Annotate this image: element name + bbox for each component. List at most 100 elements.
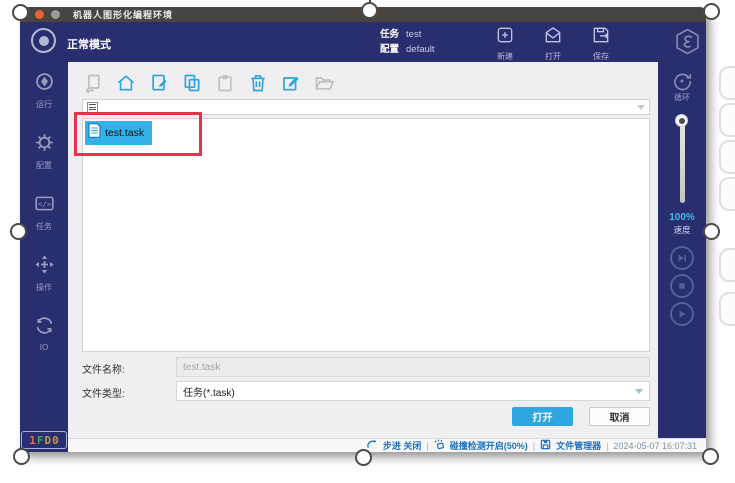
io-icon (34, 315, 55, 341)
sidebar-item-run[interactable]: 运行 (34, 71, 55, 110)
screenshot-stage: 机器人图形化编程环境 正常模式 任务 test 配置 default 新建 (0, 0, 735, 483)
file-list[interactable]: test.task (82, 118, 650, 352)
selection-handle-top-right[interactable] (703, 3, 720, 20)
task-value: test (406, 29, 421, 40)
selection-handle-right[interactable] (703, 223, 720, 240)
sidebar-item-label: 操作 (36, 282, 52, 293)
rename-icon[interactable] (281, 73, 301, 93)
task-label: 任务 (380, 29, 399, 40)
file-type-select[interactable]: 任务(*.task) (176, 381, 650, 401)
file-toolbar (83, 73, 334, 93)
file-type-label: 文件类型: (82, 385, 125, 400)
task-config-info: 任务 test 配置 default (380, 27, 435, 57)
open-task-button[interactable]: 打开 (534, 25, 572, 62)
home-icon[interactable] (116, 73, 136, 93)
paste-icon[interactable] (215, 73, 235, 93)
config-label: 配置 (380, 44, 399, 55)
mode-label: 正常模式 (67, 36, 111, 52)
new-task-label: 新建 (497, 51, 513, 62)
save-task-label: 保存 (593, 51, 609, 62)
collision-text[interactable]: 碰撞检测开启(50%) (450, 439, 528, 452)
save-task-button[interactable]: 保存 (582, 25, 620, 62)
selection-handle-top-center[interactable] (361, 2, 378, 19)
sidebar-item-label: 任务 (36, 221, 52, 232)
app-window: 机器人图形化编程环境 正常模式 任务 test 配置 default 新建 (20, 7, 706, 452)
app-header: 正常模式 任务 test 配置 default 新建 (20, 22, 706, 62)
close-window-icon[interactable] (35, 10, 44, 19)
copy-icon[interactable] (182, 73, 202, 93)
list-view-icon (87, 102, 98, 113)
config-value: default (406, 44, 435, 55)
file-dialog: test.task 文件名称: 文件类型: 任务(*.task) 打开 取消 (68, 62, 658, 438)
left-sidebar: 运行 配置 </> 任务 操作 (20, 62, 68, 452)
ghost-shape (719, 140, 735, 174)
selection-handle-bottom-right[interactable] (702, 448, 719, 465)
collision-icon (434, 439, 445, 452)
svg-text:</>: </> (37, 200, 51, 209)
selection-handle-bottom-left[interactable] (13, 448, 30, 465)
chevron-down-icon (637, 105, 645, 110)
selection-handle-left[interactable] (10, 223, 27, 240)
cancel-button[interactable]: 取消 (589, 407, 650, 426)
hex-char: D (45, 434, 52, 447)
task-row: 任务 test (380, 27, 435, 42)
separator: | (533, 441, 535, 451)
new-doc-icon[interactable] (149, 73, 169, 93)
selection-handle-top-left[interactable] (12, 4, 29, 21)
hex-char: 1 (29, 434, 36, 447)
run-icon (34, 71, 55, 97)
minimize-window-icon[interactable] (51, 10, 60, 19)
file-list-item-selected[interactable]: test.task (85, 121, 152, 145)
loop-label: 循环 (674, 92, 690, 103)
header-actions: 新建 打开 保存 (486, 25, 620, 62)
sidebar-item-jog[interactable]: 操作 (34, 254, 55, 293)
ghost-shape (719, 177, 735, 211)
step-mode-text[interactable]: 步进 关闭 (383, 439, 422, 452)
file-manager-text[interactable]: 文件管理器 (556, 439, 601, 452)
hex-char: 0 (52, 434, 59, 447)
status-bar: 步进 关闭 | 碰撞检测开启(50%) | 文件管理器 | 2024-05-07… (68, 438, 706, 452)
new-file-icon (495, 25, 515, 50)
open-folder-icon[interactable] (314, 73, 334, 93)
config-row: 配置 default (380, 42, 435, 57)
ghost-shape (719, 66, 735, 100)
file-name-input[interactable] (176, 357, 650, 377)
ghost-shape (719, 248, 735, 282)
stop-button[interactable] (670, 274, 694, 298)
trash-icon[interactable] (248, 73, 268, 93)
step-forward-button[interactable] (670, 246, 694, 270)
sidebar-item-label: IO (40, 343, 48, 352)
right-sidebar: 循环 100% 速度 (658, 62, 706, 438)
app-logo-icon (675, 28, 700, 55)
sidebar-item-io[interactable]: IO (34, 315, 55, 352)
open-button[interactable]: 打开 (512, 407, 573, 426)
speed-slider[interactable] (680, 117, 685, 203)
file-type-value: 任务(*.task) (183, 384, 235, 399)
chevron-down-icon (635, 389, 643, 394)
save-file-icon (591, 25, 611, 50)
selection-handle-bottom-center[interactable] (355, 449, 372, 466)
speed-slider-handle[interactable] (675, 114, 688, 127)
sidebar-item-task[interactable]: </> 任务 (34, 193, 55, 232)
window-title: 机器人图形化编程环境 (73, 8, 173, 21)
path-combobox[interactable] (82, 99, 650, 115)
dialog-buttons: 打开 取消 (512, 407, 650, 426)
loop-icon[interactable] (671, 70, 693, 92)
file-manager-icon (540, 439, 551, 452)
open-task-label: 打开 (545, 51, 561, 62)
separator: | (606, 441, 608, 451)
speed-percent: 100% (669, 212, 695, 223)
sidebar-item-label: 配置 (36, 160, 52, 171)
stop-icon (676, 280, 688, 292)
file-name-text: test.task (105, 127, 144, 139)
sidebar-item-config[interactable]: 配置 (34, 132, 55, 171)
jog-icon (34, 254, 55, 280)
mode-indicator-icon (31, 28, 56, 53)
new-task-button[interactable]: 新建 (486, 25, 524, 62)
play-button[interactable] (670, 302, 694, 326)
file-name-row: 文件名称: (68, 357, 658, 377)
ghost-shape (719, 292, 735, 326)
status-timestamp: 2024-05-07 16:07:31 (613, 441, 697, 451)
step-forward-icon (676, 252, 688, 264)
back-icon[interactable] (83, 73, 103, 93)
